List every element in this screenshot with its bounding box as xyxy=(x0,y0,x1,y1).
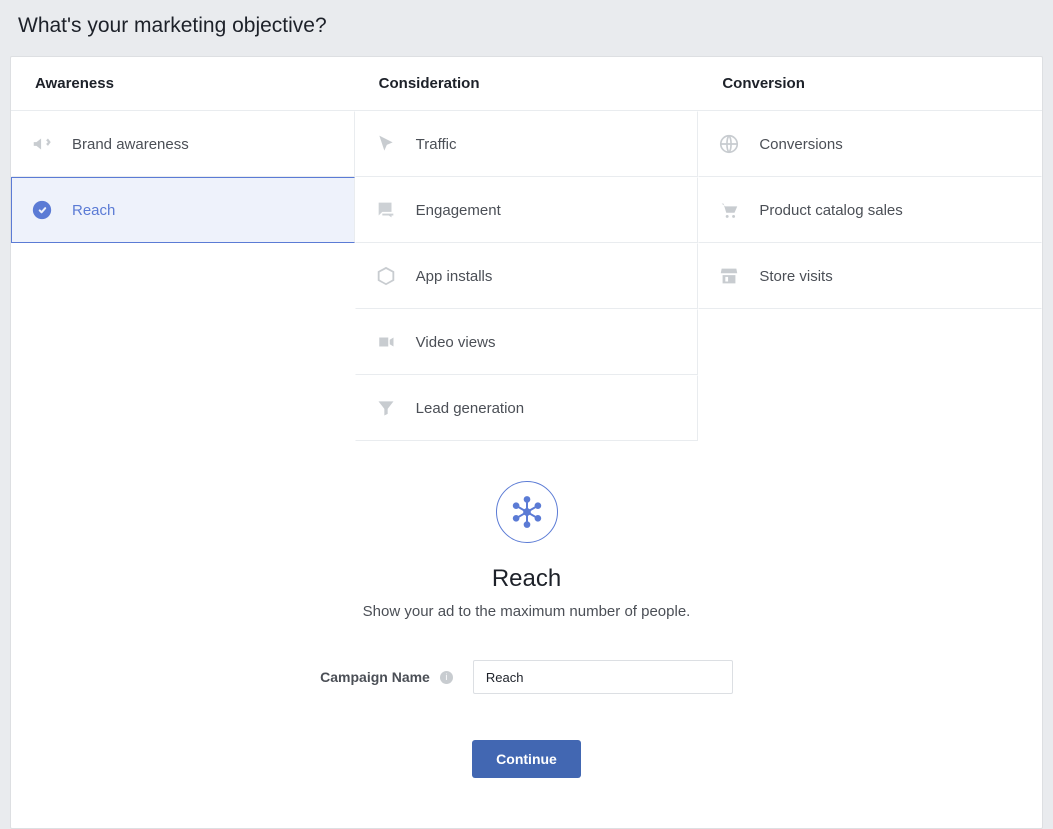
col-consideration: Consideration Traffic Engagement App ins… xyxy=(355,57,699,441)
item-conversions[interactable]: Conversions xyxy=(698,111,1042,177)
objectives-panel: Awareness Brand awareness Reach Consider… xyxy=(10,56,1043,829)
col-conversion: Conversion Conversions Product catalog s… xyxy=(698,57,1042,441)
col-consideration-header: Consideration xyxy=(355,57,699,111)
video-icon xyxy=(374,330,398,354)
item-label: Conversions xyxy=(759,136,842,153)
item-app-installs[interactable]: App installs xyxy=(355,243,699,309)
summary-description: Show your ad to the maximum number of pe… xyxy=(363,603,691,620)
item-label: Traffic xyxy=(416,136,457,153)
col-conversion-header: Conversion xyxy=(698,57,1042,111)
item-video-views[interactable]: Video views xyxy=(355,309,699,375)
chat-icon xyxy=(374,198,398,222)
checkmark-circle-icon xyxy=(30,198,54,222)
campaign-name-input[interactable] xyxy=(473,660,733,694)
item-product-catalog-sales[interactable]: Product catalog sales xyxy=(698,177,1042,243)
item-lead-generation[interactable]: Lead generation xyxy=(355,375,699,441)
continue-button[interactable]: Continue xyxy=(472,740,581,778)
item-store-visits[interactable]: Store visits xyxy=(698,243,1042,309)
col-awareness-header: Awareness xyxy=(11,57,355,111)
summary-title: Reach xyxy=(492,565,561,593)
item-label: Product catalog sales xyxy=(759,202,902,219)
item-traffic[interactable]: Traffic xyxy=(355,111,699,177)
col-awareness: Awareness Brand awareness Reach xyxy=(11,57,355,441)
item-reach[interactable]: Reach xyxy=(11,177,355,243)
cart-icon xyxy=(717,198,741,222)
globe-icon xyxy=(717,132,741,156)
item-label: Reach xyxy=(72,202,115,219)
reach-icon xyxy=(496,481,558,543)
page-title: What's your marketing objective? xyxy=(0,0,1053,56)
item-brand-awareness[interactable]: Brand awareness xyxy=(11,111,355,177)
objectives-grid: Awareness Brand awareness Reach Consider… xyxy=(11,57,1042,441)
store-icon xyxy=(717,264,741,288)
item-label: App installs xyxy=(416,268,493,285)
cursor-icon xyxy=(374,132,398,156)
funnel-icon xyxy=(374,396,398,420)
item-label: Lead generation xyxy=(416,400,524,417)
info-icon[interactable]: i xyxy=(440,671,453,684)
box-icon xyxy=(374,264,398,288)
item-label: Video views xyxy=(416,334,496,351)
item-engagement[interactable]: Engagement xyxy=(355,177,699,243)
campaign-name-row: Campaign Name i xyxy=(320,660,733,694)
item-label: Store visits xyxy=(759,268,832,285)
campaign-name-label: Campaign Name xyxy=(320,669,430,685)
item-label: Brand awareness xyxy=(72,136,189,153)
megaphone-icon xyxy=(30,132,54,156)
item-label: Engagement xyxy=(416,202,501,219)
objective-summary: Reach Show your ad to the maximum number… xyxy=(11,441,1042,828)
